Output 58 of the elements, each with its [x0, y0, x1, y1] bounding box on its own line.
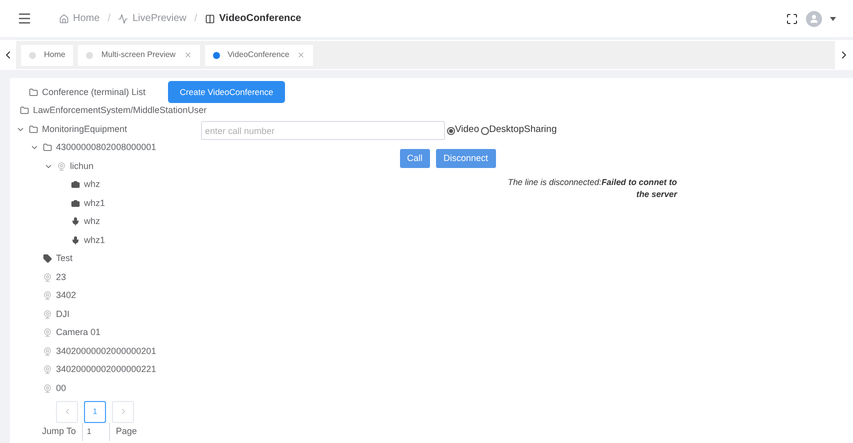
tab[interactable]: Home [21, 44, 74, 66]
tag-icon [43, 254, 52, 264]
tree-item[interactable]: lichun [70, 160, 94, 173]
call-number-field[interactable]: enter call number [201, 121, 445, 140]
tree-item[interactable]: whz1 [84, 196, 106, 210]
tree-item[interactable]: 43000000802008000001 [56, 141, 156, 154]
breadcrumb-item[interactable]: VideoConference [219, 11, 302, 26]
tree-item[interactable]: whz [84, 215, 100, 228]
pulse-icon [118, 14, 128, 24]
tree-item[interactable]: Conference (terminal) List [42, 86, 146, 99]
folder-icon [29, 88, 38, 97]
webcam-icon [43, 328, 52, 338]
tree-item[interactable]: MonitoringEquipment [42, 122, 128, 136]
webcam-icon [43, 291, 52, 300]
tree-item[interactable]: Camera 01 [56, 326, 101, 340]
tree-item[interactable]: LawEnforcementSystem/MiddleStationUser [33, 104, 207, 118]
camera-icon [71, 198, 80, 208]
fullscreen-icon[interactable] [786, 12, 798, 24]
radio-label: DesktopSharing [489, 123, 557, 138]
webcam-icon [57, 162, 66, 171]
menu-icon[interactable] [17, 11, 32, 26]
tree-item[interactable]: 00 [56, 382, 66, 395]
create-conference-button[interactable]: Create VideoConference [168, 81, 285, 103]
webcam-icon [43, 310, 52, 319]
tree-item[interactable]: 34020000002000000221 [56, 363, 156, 376]
page-label: Page [116, 424, 137, 438]
tree-item[interactable]: Test [56, 252, 73, 266]
microphone-icon [71, 236, 80, 245]
breadcrumb-separator: / [108, 12, 110, 26]
tab[interactable]: Multi-screen Preview [78, 44, 200, 66]
connection-status: The line is disconnected:Failed to connet to the server [506, 176, 677, 200]
webcam-icon [43, 346, 52, 356]
tree-item[interactable]: whz1 [84, 234, 106, 247]
screen-icon [205, 14, 216, 24]
webcam-icon [43, 272, 52, 282]
jump-field[interactable]: 1 [82, 422, 110, 440]
tab[interactable]: VideoConference [204, 44, 314, 66]
folder-icon [29, 124, 38, 134]
camera-icon [71, 180, 80, 190]
webcam-icon [43, 384, 52, 393]
radio-button[interactable] [447, 126, 455, 134]
radio-label: Video [455, 123, 480, 138]
radio-button[interactable] [481, 126, 490, 134]
folder-icon [43, 143, 52, 152]
jump-label: Jump To [42, 424, 76, 438]
tree-item[interactable]: 3402 [56, 289, 76, 302]
breadcrumb-separator: / [194, 12, 198, 26]
webcam-icon [43, 365, 52, 374]
tree-item[interactable]: 23 [56, 270, 66, 284]
breadcrumb-item[interactable]: Home [73, 11, 100, 26]
folder-icon [20, 106, 29, 116]
tree-item[interactable]: whz [84, 178, 100, 192]
tree-item[interactable]: DJI [56, 308, 70, 321]
microphone-icon [71, 217, 80, 226]
tree-item[interactable]: 34020000002000000201 [56, 344, 156, 358]
breadcrumb-item[interactable]: LivePreview [132, 11, 186, 26]
caret-icon[interactable] [830, 16, 836, 20]
home-icon [59, 14, 69, 24]
